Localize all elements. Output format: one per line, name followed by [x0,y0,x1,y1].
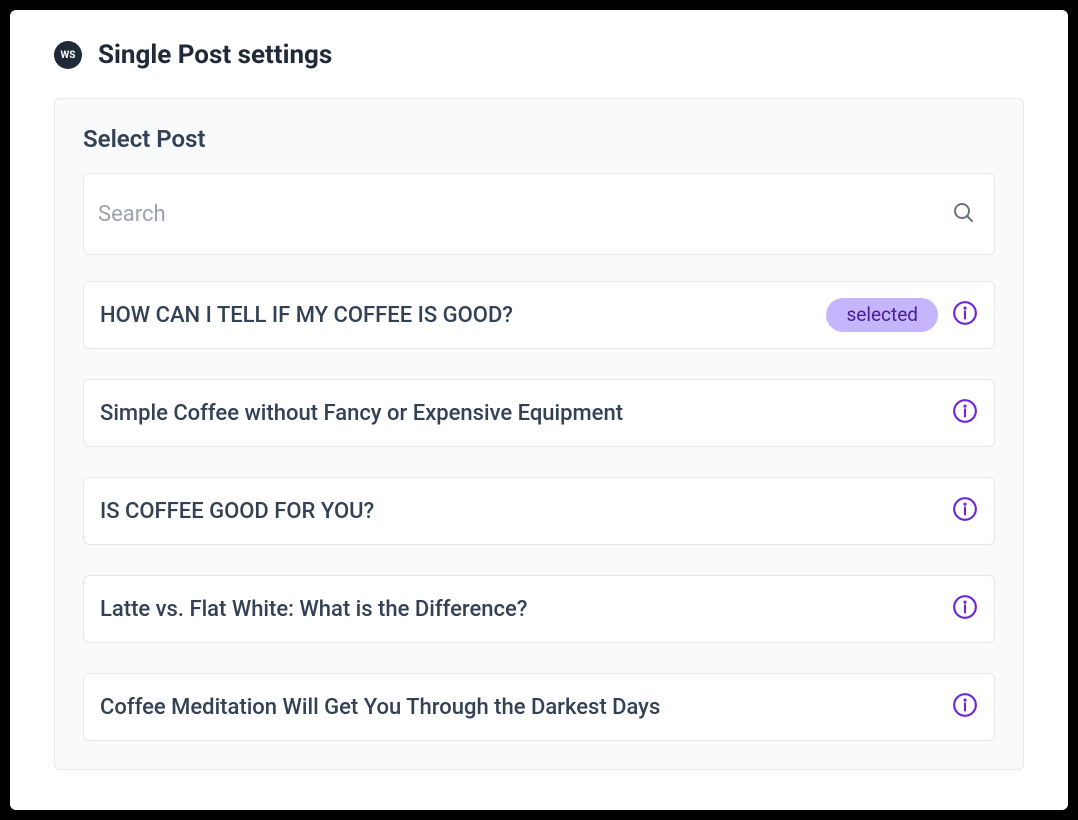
post-item[interactable]: IS COFFEE GOOD FOR YOU? [83,477,995,545]
panel-title: Select Post [83,125,995,153]
post-title: IS COFFEE GOOD FOR YOU? [100,499,938,524]
post-title: HOW CAN I TELL IF MY COFFEE IS GOOD? [100,303,812,328]
info-icon[interactable] [952,692,978,722]
page-header: WS Single Post settings [54,40,1024,70]
post-item[interactable]: Coffee Meditation Will Get You Through t… [83,673,995,741]
post-title: Simple Coffee without Fancy or Expensive… [100,401,938,426]
select-post-panel: Select Post HOW CAN I TELL IF MY COFFEE … [54,98,1024,770]
post-item[interactable]: Latte vs. Flat White: What is the Differ… [83,575,995,643]
info-icon[interactable] [952,398,978,428]
info-icon[interactable] [952,496,978,526]
selected-badge: selected [826,298,938,332]
ws-badge-icon: WS [54,41,82,69]
search-icon [951,200,975,228]
info-icon[interactable] [952,300,978,330]
search-input[interactable] [83,173,995,255]
post-item[interactable]: Simple Coffee without Fancy or Expensive… [83,379,995,447]
post-title: Coffee Meditation Will Get You Through t… [100,695,938,720]
info-icon[interactable] [952,594,978,624]
post-title: Latte vs. Flat White: What is the Differ… [100,597,938,622]
page-title: Single Post settings [98,40,332,70]
search-wrapper [83,173,995,255]
post-item[interactable]: HOW CAN I TELL IF MY COFFEE IS GOOD? sele… [83,281,995,349]
post-list: HOW CAN I TELL IF MY COFFEE IS GOOD? sele… [83,281,995,741]
settings-page: WS Single Post settings Select Post HOW … [10,10,1068,810]
